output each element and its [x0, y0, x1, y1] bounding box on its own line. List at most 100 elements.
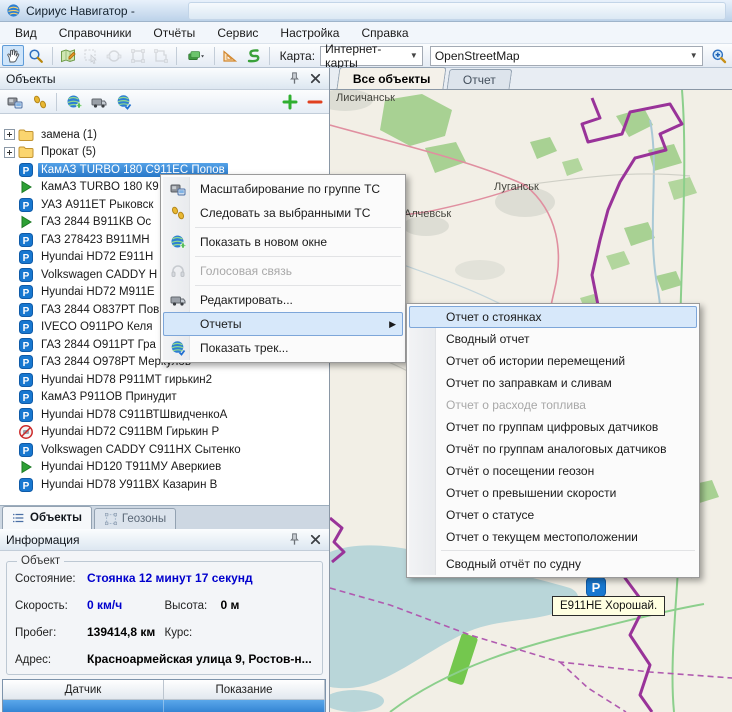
- svg-text:P: P: [23, 288, 30, 299]
- submenu-arrow-icon: ▶: [389, 319, 396, 330]
- objects-panel-title: Объекты: [6, 72, 281, 86]
- headphones-icon: [166, 263, 190, 279]
- select-polygon-button[interactable]: [150, 45, 172, 66]
- map-source-combobox[interactable]: Интернет-карты ▼: [320, 46, 423, 66]
- tree-item[interactable]: Hyundai HD72 С911ВМ Гирькин Р: [0, 424, 329, 442]
- submenu-item-6[interactable]: Отчёт по группам аналоговых датчиков: [409, 438, 697, 460]
- vehicle-p-icon: P: [18, 267, 34, 283]
- zoom-plus-button[interactable]: [708, 45, 730, 66]
- select-area-button[interactable]: [80, 45, 102, 66]
- arrow-green-icon: [18, 214, 34, 230]
- title-bar[interactable]: Сириус Навигатор -: [0, 0, 732, 22]
- mileage-value: 139414,8 км: [87, 625, 155, 639]
- context-menu-item-0[interactable]: Масштабирование по группе ТС: [163, 177, 403, 201]
- tab-report[interactable]: Отчет: [447, 69, 513, 89]
- submenu-item-1[interactable]: Сводный отчет: [409, 328, 697, 350]
- map-edit-button[interactable]: [57, 45, 79, 66]
- submenu-item-8[interactable]: Отчет о превышении скорости: [409, 482, 697, 504]
- tab-all-objects[interactable]: Все объекты: [336, 67, 447, 89]
- tree-item[interactable]: Hyundai HD120 Т911МУ Аверкиев: [0, 459, 329, 477]
- reports-submenu: Отчет о стоянкахСводный отчетОтчет об ис…: [406, 303, 700, 578]
- vehicle-p-icon: P: [18, 407, 34, 423]
- menu-item-4[interactable]: Настройка: [269, 23, 350, 43]
- context-menu-item-9[interactable]: Показать трек...: [163, 336, 403, 360]
- layers-dropdown-button[interactable]: [181, 45, 210, 66]
- tree-folder[interactable]: Прокат (5): [0, 144, 329, 162]
- truck-icon: [166, 292, 190, 308]
- context-menu-item-3[interactable]: Показать в новом окне: [163, 230, 403, 254]
- context-menu: Масштабирование по группе ТССледовать за…: [160, 174, 406, 363]
- mileage-label: Пробег:: [15, 627, 87, 639]
- svg-text:P: P: [23, 341, 30, 352]
- menu-item-1[interactable]: Справочники: [48, 23, 143, 43]
- vehicle-p-icon: P: [18, 249, 34, 265]
- edit-object-button[interactable]: [87, 91, 110, 112]
- close-icon[interactable]: [308, 71, 323, 86]
- context-menu-item-8[interactable]: Отчеты▶: [163, 312, 403, 336]
- info-panel-title: Информация: [6, 533, 281, 547]
- map-label-luhansk: Луганськ: [494, 181, 539, 193]
- sensor-row-selected[interactable]: [3, 700, 325, 712]
- tree-item-label: Hyundai HD78 С911ВТШвидченкоА: [38, 408, 230, 422]
- tree-item-label: Hyundai HD78 Р911МТ гирькин2: [38, 373, 215, 387]
- pin-icon[interactable]: [287, 71, 302, 86]
- context-menu-item-1[interactable]: Следовать за выбранными ТС: [163, 201, 403, 225]
- submenu-item-7[interactable]: Отчёт о посещении геозон: [409, 460, 697, 482]
- zoom-to-group-button[interactable]: [3, 91, 26, 112]
- tree-item[interactable]: P Hyundai HD78 С911ВТШвидченкоА: [0, 406, 329, 424]
- follow-button[interactable]: [28, 91, 51, 112]
- pan-tool-button[interactable]: [2, 45, 24, 66]
- list-icon: [12, 511, 26, 525]
- address-label: Адрес:: [15, 654, 87, 666]
- tree-item[interactable]: PHyundai HD78 Р911МТ гирькин2: [0, 371, 329, 389]
- submenu-item-4[interactable]: Отчет о расходе топлива: [409, 394, 697, 416]
- show-track-button[interactable]: [112, 91, 135, 112]
- submenu-item-12[interactable]: Сводный отчёт по судну: [409, 553, 697, 575]
- pin-icon[interactable]: [287, 532, 302, 547]
- footprints-icon: [166, 205, 190, 221]
- remove-object-button[interactable]: [303, 91, 326, 112]
- map-label-alchevsk: Алчевськ: [404, 208, 451, 220]
- zoom-tool-button[interactable]: [25, 45, 47, 66]
- address-value: Красноармейская улица 9, Ростов-н...: [87, 652, 312, 666]
- truck-monitor-icon: [166, 181, 190, 197]
- add-object-button[interactable]: [278, 91, 301, 112]
- context-menu-item-7[interactable]: Редактировать...: [163, 288, 403, 312]
- expander-icon[interactable]: [4, 129, 15, 140]
- vehicle-p-icon: P: [18, 284, 34, 300]
- select-rect-button[interactable]: [126, 45, 148, 66]
- select-circle-button[interactable]: [103, 45, 125, 66]
- tree-item[interactable]: PКамАЗ Р911ОВ Принудит: [0, 389, 329, 407]
- expander-icon[interactable]: [4, 147, 15, 158]
- submenu-item-3[interactable]: Отчет по заправкам и сливам: [409, 372, 697, 394]
- tree-item-label: замена (1): [38, 128, 100, 142]
- tab-geozones[interactable]: Геозоны: [94, 508, 176, 529]
- menu-item-3[interactable]: Сервис: [206, 23, 269, 43]
- menu-item-5[interactable]: Справка: [350, 23, 419, 43]
- close-icon[interactable]: [308, 532, 323, 547]
- ruler-button[interactable]: [219, 45, 241, 66]
- submenu-item-9[interactable]: Отчет о статусе: [409, 504, 697, 526]
- chevron-down-icon: ▼: [410, 51, 418, 60]
- tree-item[interactable]: PVolkswagen CADDY С911НХ Сытенко: [0, 441, 329, 459]
- map-source-value: Интернет-карты: [325, 42, 404, 70]
- submenu-item-2[interactable]: Отчет об истории перемещений: [409, 350, 697, 372]
- route-button[interactable]: [242, 45, 264, 66]
- svg-text:P: P: [23, 253, 30, 264]
- svg-text:P: P: [23, 446, 30, 457]
- tree-folder[interactable]: замена (1): [0, 126, 329, 144]
- map-provider-combobox[interactable]: OpenStreetMap ▼: [430, 46, 703, 66]
- sensor-column-header[interactable]: Датчик: [3, 680, 164, 700]
- tree-item[interactable]: PHyundai HD78 У911ВХ Казарин В: [0, 476, 329, 494]
- tab-objects[interactable]: Объекты: [2, 506, 92, 529]
- menu-item-0[interactable]: Вид: [4, 23, 48, 43]
- reading-column-header[interactable]: Показание: [164, 680, 325, 700]
- submenu-item-0[interactable]: Отчет о стоянках: [409, 306, 697, 328]
- submenu-item-5[interactable]: Отчет по группам цифровых датчиков: [409, 416, 697, 438]
- folder-icon: [18, 127, 34, 143]
- show-in-new-window-button[interactable]: [62, 91, 85, 112]
- empty-icon: [166, 316, 190, 332]
- submenu-item-10[interactable]: Отчет о текущем местоположении: [409, 526, 697, 548]
- menu-item-2[interactable]: Отчёты: [142, 23, 206, 43]
- context-menu-item-5[interactable]: Голосовая связь: [163, 259, 403, 283]
